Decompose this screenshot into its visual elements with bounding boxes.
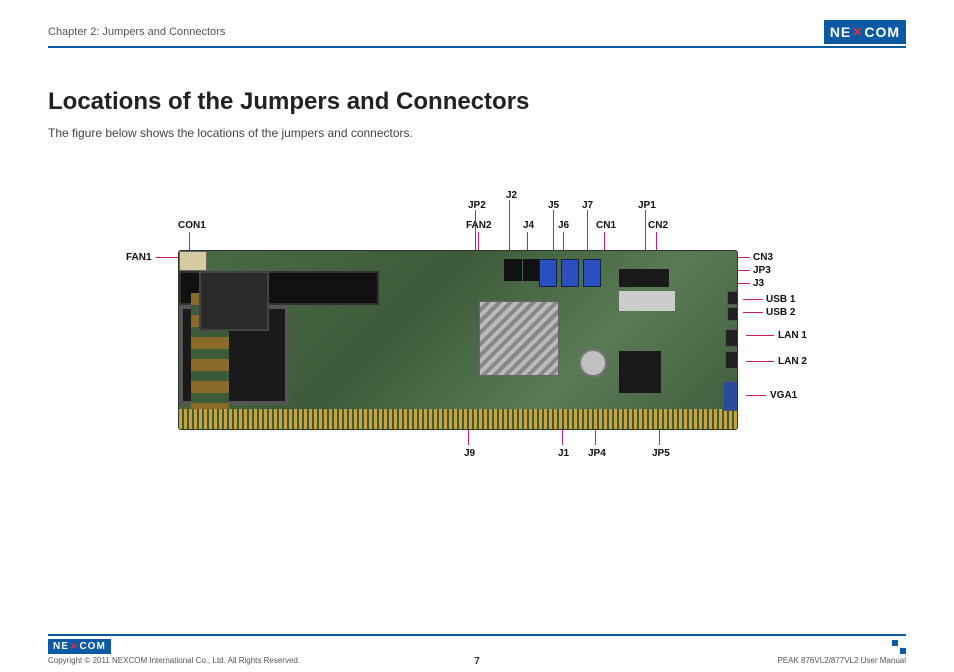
- page-number: 7: [474, 656, 480, 667]
- label-J6: J6: [558, 220, 569, 231]
- heatsink-icon: [479, 301, 559, 376]
- sata-port-icon: [583, 259, 601, 287]
- label-CON1: CON1: [178, 220, 206, 231]
- chapter-label: Chapter 2: Jumpers and Connectors: [48, 26, 225, 38]
- footer-bar: NE✕COM Copyright © 2011 NEXCOM Internati…: [48, 634, 906, 654]
- edge-connector-icon: [179, 409, 737, 429]
- copyright: Copyright © 2011 NEXCOM International Co…: [48, 656, 300, 665]
- label-J1: J1: [558, 448, 569, 459]
- corner-ornament-icon: [892, 640, 906, 654]
- board-image: [178, 250, 738, 430]
- footer-logo: NE✕COM: [48, 639, 111, 654]
- page-title: Locations of the Jumpers and Connectors: [48, 88, 906, 116]
- label-VGA1: VGA1: [770, 390, 797, 401]
- label-CN1: CN1: [596, 220, 616, 231]
- usb-port-icon: [727, 291, 738, 305]
- leader-line: [746, 395, 766, 396]
- footer: NE✕COM Copyright © 2011 NEXCOM Internati…: [48, 634, 906, 654]
- lan-port-icon: [725, 329, 738, 347]
- leader-line: [645, 210, 646, 254]
- label-LAN2: LAN 2: [778, 356, 807, 367]
- leader-line: [587, 210, 588, 254]
- label-J3: J3: [753, 278, 764, 289]
- sata-port-icon: [561, 259, 579, 287]
- label-USB2: USB 2: [766, 307, 795, 318]
- label-FAN1: FAN1: [126, 252, 152, 263]
- page: Chapter 2: Jumpers and Connectors NE✕COM…: [0, 0, 954, 672]
- label-JP5: JP5: [652, 448, 670, 459]
- header-row: Chapter 2: Jumpers and Connectors NE✕COM: [48, 20, 906, 48]
- page-subtitle: The figure below shows the locations of …: [48, 126, 906, 140]
- logo-x-icon: ✕: [70, 641, 79, 652]
- sata-port-icon: [539, 259, 557, 287]
- pin-header-icon: [504, 259, 522, 281]
- board-diagram: JP2 J2 J5 J7 JP1 CON1 FAN2 J4 J6 CN1 CN2…: [48, 190, 906, 490]
- leader-line: [743, 312, 763, 313]
- power-connector-icon: [179, 251, 207, 271]
- label-J2: J2: [506, 190, 517, 201]
- logo-x-icon: ✕: [852, 25, 863, 39]
- label-CN3: CN3: [753, 252, 773, 263]
- leader-line: [743, 299, 763, 300]
- leader-line: [746, 361, 774, 362]
- lan-port-icon: [725, 351, 738, 369]
- label-USB1: USB 1: [766, 294, 795, 305]
- leader-line: [475, 210, 476, 254]
- label-LAN1: LAN 1: [778, 330, 807, 341]
- label-JP4: JP4: [588, 448, 606, 459]
- label-JP2: JP2: [468, 200, 486, 211]
- brand-logo: NE✕COM: [824, 20, 906, 44]
- leader-line: [509, 200, 510, 255]
- leader-line: [156, 257, 178, 258]
- label-J9: J9: [464, 448, 475, 459]
- io-bracket-icon: [737, 251, 738, 430]
- chip-icon: [619, 291, 675, 311]
- label-JP1: JP1: [638, 200, 656, 211]
- manual-name: PEAK 876VL2/877VL2 User Manual: [777, 656, 906, 665]
- label-CN2: CN2: [648, 220, 668, 231]
- coin-battery-icon: [579, 349, 607, 377]
- leader-line: [746, 335, 774, 336]
- label-FAN2: FAN2: [466, 220, 492, 231]
- chip-icon: [619, 269, 669, 287]
- label-JP3: JP3: [753, 265, 771, 276]
- vga-port-icon: [723, 381, 738, 411]
- chip-icon: [619, 351, 661, 393]
- label-J4: J4: [523, 220, 534, 231]
- leader-line: [553, 210, 554, 254]
- usb-port-icon: [727, 307, 738, 321]
